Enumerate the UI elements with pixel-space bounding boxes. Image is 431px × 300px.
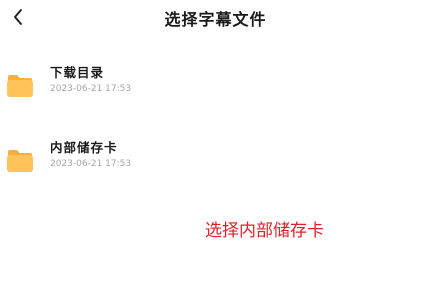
list-item-download-folder[interactable]: 下载目录 2023-06-21 17:53	[0, 62, 431, 114]
list-item-internal-storage[interactable]: 内部储存卡 2023-06-21 17:53	[0, 137, 431, 189]
select-internal-storage-button[interactable]: 选择内部储存卡	[205, 216, 324, 241]
folder-name: 下载目录	[50, 65, 105, 80]
app-header: 选择字幕文件	[0, 0, 431, 34]
folder-icon	[7, 75, 33, 97]
page-title: 选择字幕文件	[164, 10, 267, 29]
folder-icon	[7, 150, 33, 172]
folder-date: 2023-06-21 17:53	[50, 159, 132, 169]
folder-date: 2023-06-21 17:53	[50, 84, 132, 94]
folder-name: 内部储存卡	[50, 140, 118, 155]
